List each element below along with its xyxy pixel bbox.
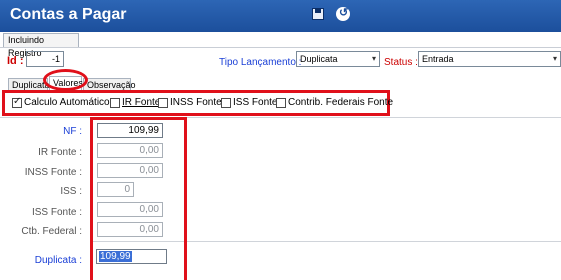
iss-label: ISS : [60, 186, 82, 197]
checkbox-ir-fonte[interactable]: IR Fonte [110, 97, 160, 109]
divider [0, 117, 561, 118]
id-label: Id : [7, 55, 24, 67]
ctb-federal-label: Ctb. Federal : [21, 226, 82, 237]
checkbox-icon [221, 98, 231, 108]
tipo-lancamento-label: Tipo Lançamento : [219, 57, 302, 68]
checkbox-inss-fonte[interactable]: INSS Fonte [158, 97, 222, 109]
checkbox-iss-fonte[interactable]: ISS Fonte [221, 97, 277, 109]
save-icon[interactable] [311, 7, 325, 21]
record-status-tab: Incluindo Registro [3, 33, 79, 58]
duplicata-label: Duplicata : [34, 255, 82, 266]
window-title: Contas a Pagar [10, 6, 127, 23]
checkbox-icon [110, 98, 120, 108]
checkbox-label: Calculo Automático [24, 97, 110, 108]
checkbox-label: ISS Fonte [233, 97, 278, 108]
iss-fonte-label: ISS Fonte : [31, 207, 82, 218]
checkbox-label: Contrib. Federais Fonte [288, 97, 394, 108]
annotation-box-values [90, 117, 187, 280]
divider [0, 47, 561, 48]
tipo-lancamento-value: Duplicata [300, 54, 338, 64]
status-label: Status : [384, 57, 418, 68]
checkbox-icon [276, 98, 286, 108]
inss-fonte-label: INSS Fonte : [24, 167, 82, 178]
annotation-ellipse [43, 69, 88, 91]
id-field[interactable]: -1 [26, 51, 64, 67]
undo-icon[interactable]: ↺ [336, 7, 350, 21]
tipo-lancamento-select[interactable]: Duplicata ▾ [296, 51, 380, 67]
status-value: Entrada [422, 54, 454, 64]
chevron-down-icon: ▾ [552, 54, 557, 63]
ir-fonte-label: IR Fonte : [38, 147, 82, 158]
checkbox-contrib-federais-fonte[interactable]: Contrib. Federais Fonte [276, 97, 393, 109]
status-select[interactable]: Entrada ▾ [418, 51, 561, 67]
chevron-down-icon: ▾ [371, 54, 376, 63]
checkbox-checked-icon [12, 96, 22, 108]
checkbox-label: IR Fonte [122, 97, 161, 108]
title-bar: Contas a Pagar ↺ [0, 0, 561, 32]
nf-label: NF : [63, 126, 82, 137]
checkbox-calculo-automatico[interactable]: Calculo Automático [12, 96, 110, 109]
checkbox-label: INSS Fonte [170, 97, 222, 108]
checkbox-icon [158, 98, 168, 108]
